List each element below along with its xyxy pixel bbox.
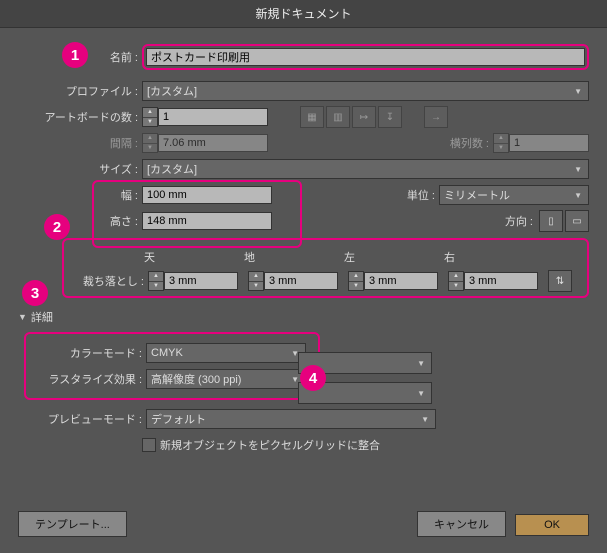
bleed-top-input[interactable]: [164, 272, 238, 290]
raster-label: ラスタライズ効果 :: [32, 371, 146, 387]
columns-input: [509, 134, 589, 152]
annotation-badge-2: 2: [44, 214, 70, 240]
raster-select[interactable]: 高解像度 (300 ppi): [146, 369, 306, 389]
annotation-badge-4: 4: [300, 365, 326, 391]
arrange-grid-row-icon: ▦: [300, 106, 324, 128]
ok-button[interactable]: OK: [515, 514, 589, 536]
size-label: サイズ :: [18, 161, 142, 177]
arrange-rtl-icon: →: [424, 106, 448, 128]
bleed-label: 裁ち落とし :: [70, 273, 148, 289]
advanced-label: 詳細: [31, 309, 53, 325]
bleed-bottom-label: 地: [244, 249, 344, 265]
height-input[interactable]: [142, 212, 272, 230]
width-label: 幅 :: [18, 187, 142, 203]
advanced-disclosure-icon[interactable]: ▼: [18, 312, 27, 322]
bleed-left-stepper[interactable]: ▲▼: [348, 271, 364, 291]
bleed-left-input[interactable]: [364, 272, 438, 290]
colormode-select[interactable]: CMYK: [146, 343, 306, 363]
spacing-label: 間隔 :: [18, 135, 142, 151]
bleed-right-stepper[interactable]: ▲▼: [448, 271, 464, 291]
bleed-bottom-input[interactable]: [264, 272, 338, 290]
bleed-left-label: 左: [344, 249, 444, 265]
align-pixel-label: 新規オブジェクトをピクセルグリッドに整合: [160, 437, 380, 453]
link-bleed-icon[interactable]: ⇅: [548, 270, 572, 292]
columns-label: 横列数 :: [450, 135, 493, 151]
artboards-stepper[interactable]: ▲▼: [142, 107, 158, 127]
height-label: 高さ :: [18, 213, 142, 229]
bleed-right-input[interactable]: [464, 272, 538, 290]
profile-select[interactable]: [カスタム]: [142, 81, 589, 101]
columns-stepper: ▲▼: [493, 133, 509, 153]
artboards-label: アートボードの数 :: [18, 109, 142, 125]
size-select[interactable]: [カスタム]: [142, 159, 589, 179]
orientation-landscape-icon[interactable]: ▭: [565, 210, 589, 232]
spacing-input: [158, 134, 268, 152]
preview-label: プレビューモード :: [18, 411, 146, 427]
bleed-top-label: 天: [144, 249, 244, 265]
orientation-label: 方向 :: [505, 213, 537, 229]
bleed-top-stepper[interactable]: ▲▼: [148, 271, 164, 291]
name-input[interactable]: [146, 48, 585, 66]
annotation-badge-3: 3: [22, 280, 48, 306]
colormode-label: カラーモード :: [32, 345, 146, 361]
artboards-input[interactable]: [158, 108, 268, 126]
cancel-button[interactable]: キャンセル: [417, 511, 506, 537]
template-button[interactable]: テンプレート...: [18, 511, 127, 537]
arrange-row-icon: ↦: [352, 106, 376, 128]
align-pixel-checkbox[interactable]: [142, 438, 156, 452]
width-input[interactable]: [142, 186, 272, 204]
bleed-right-label: 右: [444, 249, 544, 265]
profile-label: プロファイル :: [18, 83, 142, 99]
units-select[interactable]: ミリメートル: [439, 185, 589, 205]
units-label: 単位 :: [407, 187, 439, 203]
orientation-portrait-icon[interactable]: ▯: [539, 210, 563, 232]
new-document-dialog: 新規ドキュメント 1 名前 : プロファイル : [カスタム] アートボードの数…: [0, 0, 607, 553]
arrange-grid-col-icon: ▥: [326, 106, 350, 128]
preview-select[interactable]: デフォルト: [146, 409, 436, 429]
annotation-badge-1: 1: [62, 42, 88, 68]
spacing-stepper: ▲▼: [142, 133, 158, 153]
bleed-bottom-stepper[interactable]: ▲▼: [248, 271, 264, 291]
arrange-col-icon: ↧: [378, 106, 402, 128]
dialog-title: 新規ドキュメント: [0, 0, 607, 28]
